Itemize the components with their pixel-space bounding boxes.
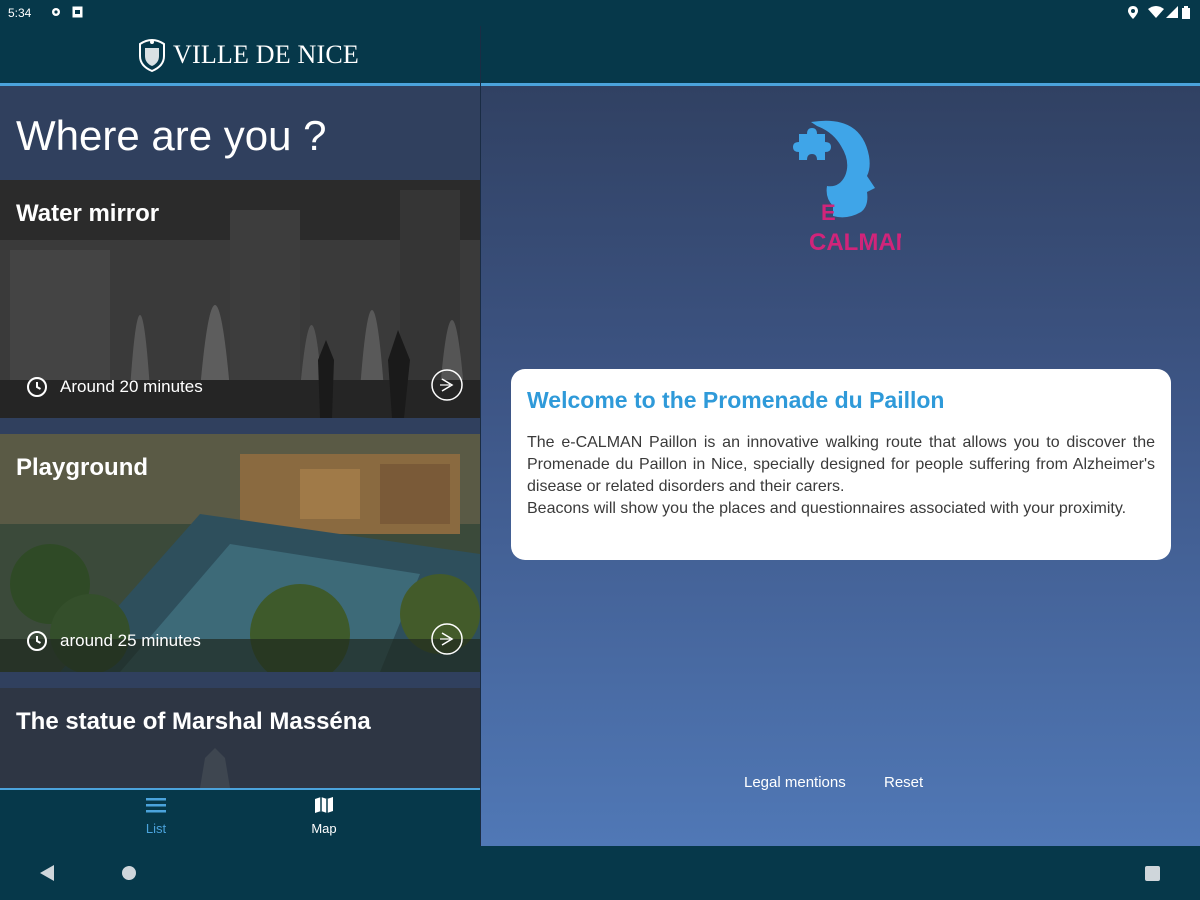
logo-text-calman: CALMAN [809, 229, 901, 256]
legal-mentions-link[interactable]: Legal mentions [744, 774, 846, 791]
welcome-description: The e-CALMAN Paillon is an innovative wa… [527, 434, 1155, 495]
card-duration-text: around 25 minutes [60, 631, 201, 650]
map-icon [315, 797, 333, 813]
system-nav-bar [0, 846, 1200, 900]
bottom-nav: List Map [0, 788, 480, 846]
nav-list-label: List [145, 821, 167, 836]
sim-icon [72, 6, 83, 18]
ecalman-logo: E CALMAN [793, 120, 901, 256]
clock-icon [27, 631, 47, 651]
statue-photo [0, 688, 480, 788]
card-title: Water mirror [16, 200, 160, 227]
brand: VILLE DE NICE [137, 38, 359, 72]
nav-map-tab[interactable]: Map [284, 796, 364, 836]
brand-name: VILLE DE NICE [173, 40, 359, 69]
nice-crest-icon [139, 39, 165, 72]
list-icon [146, 798, 166, 813]
logo-text-e: E [821, 200, 836, 225]
home-icon[interactable] [121, 865, 137, 881]
location-icon [1128, 6, 1138, 19]
page-title: Where are you ? [16, 112, 327, 159]
wifi-icon [1148, 6, 1164, 18]
card-duration: Around 20 minutes [26, 376, 203, 398]
card-duration-text: Around 20 minutes [60, 377, 203, 396]
location-list-pane: VILLE DE NICE Where are you ? Water mirr… [0, 26, 480, 846]
card-title: The statue of Marshal Masséna [16, 708, 371, 735]
recents-icon[interactable] [1145, 866, 1160, 881]
welcome-title: Welcome to the Promenade du Paillon [527, 387, 945, 413]
card-duration: around 25 minutes [26, 630, 201, 652]
signal-icon [1166, 6, 1178, 18]
arrow-circle-icon[interactable] [430, 368, 464, 402]
nav-map-label: Map [311, 821, 337, 836]
app-header: VILLE DE NICE [0, 26, 480, 86]
welcome-beacons-text: Beacons will show you the places and que… [527, 500, 1127, 517]
right-header [481, 26, 1200, 86]
location-card-playground[interactable]: Playground around 25 minutes [0, 434, 480, 672]
location-card-statue-massena[interactable]: The statue of Marshal Masséna [0, 688, 480, 788]
status-bar: 5:34 [0, 0, 1200, 26]
card-title: Playground [16, 454, 149, 481]
location-card-water-mirror[interactable]: Water mirror Around 20 minutes [0, 180, 480, 418]
welcome-pane: E CALMAN Welcome to the Promenade du Pai… [480, 26, 1200, 846]
battery-icon [1182, 6, 1190, 19]
nav-list-tab[interactable]: List [116, 796, 196, 836]
clock-icon [27, 377, 47, 397]
status-time: 5:34 [8, 6, 32, 20]
settings-icon [52, 8, 60, 16]
back-icon[interactable] [40, 865, 54, 881]
reset-link[interactable]: Reset [884, 774, 923, 791]
arrow-circle-icon[interactable] [430, 622, 464, 656]
welcome-card: Welcome to the Promenade du Paillon The … [511, 369, 1171, 560]
